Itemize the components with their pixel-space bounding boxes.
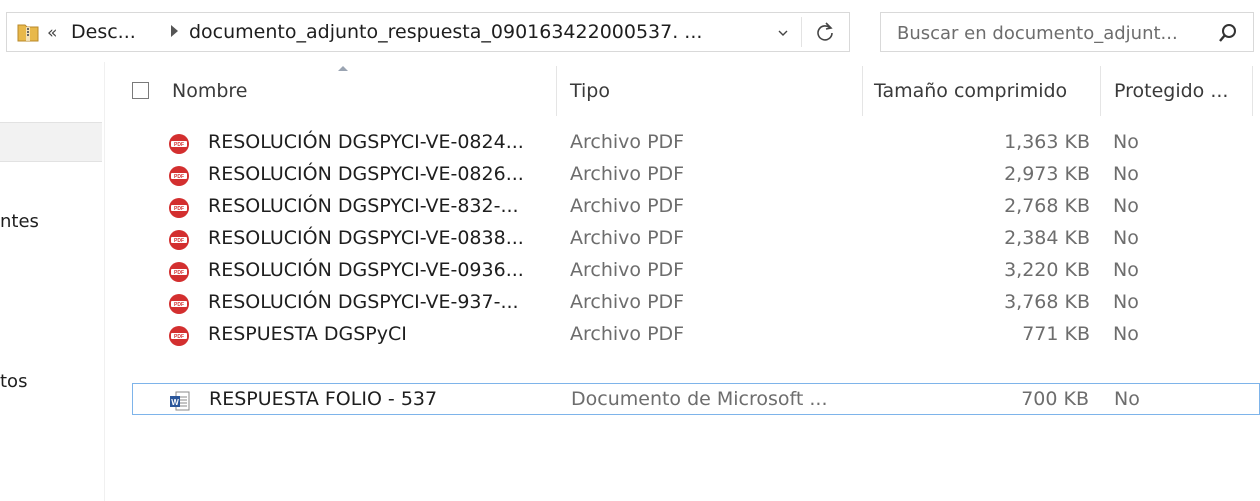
file-name: RESOLUCIÓN DGSPYCI-VE-0824... <box>208 131 524 153</box>
file-type: Archivo PDF <box>570 163 685 185</box>
svg-text:PDF: PDF <box>174 270 184 276</box>
divider <box>801 17 802 47</box>
file-protected: No <box>1113 227 1139 249</box>
file-name: RESPUESTA FOLIO - 537 <box>209 388 438 410</box>
svg-text:PDF: PDF <box>174 238 184 244</box>
column-divider[interactable] <box>1100 66 1101 116</box>
svg-text:W: W <box>171 398 179 407</box>
file-size: 2,384 KB <box>1004 227 1090 249</box>
file-row[interactable]: PDF RESOLUCIÓN DGSPYCI-VE-0826... Archiv… <box>132 159 1260 191</box>
file-protected: No <box>1113 195 1139 217</box>
nav-item-downloads[interactable]: tos <box>0 371 27 392</box>
pdf-icon: PDF <box>169 262 189 282</box>
file-name: RESOLUCIÓN DGSPYCI-VE-832-... <box>208 195 519 217</box>
pdf-icon: PDF <box>169 166 189 186</box>
file-type: Archivo PDF <box>570 291 685 313</box>
file-size: 2,973 KB <box>1004 163 1090 185</box>
column-protected[interactable]: Protegido ... <box>1114 80 1228 102</box>
column-name[interactable]: Nombre <box>172 80 248 102</box>
file-name: RESOLUCIÓN DGSPYCI-VE-937-... <box>208 291 519 313</box>
file-protected: No <box>1113 291 1139 313</box>
zip-folder-icon <box>17 24 39 42</box>
pdf-icon: PDF <box>169 198 189 218</box>
navigation-pane: ntes tos <box>0 62 105 501</box>
overflow-chevron[interactable]: « <box>47 23 57 43</box>
pdf-icon: PDF <box>169 230 189 250</box>
column-compressed-size[interactable]: Tamaño comprimido <box>874 80 1067 102</box>
file-row[interactable]: PDF RESOLUCIÓN DGSPYCI-VE-0936... Archiv… <box>132 255 1260 287</box>
file-protected: No <box>1113 323 1139 345</box>
search-box[interactable] <box>880 12 1254 52</box>
file-type: Archivo PDF <box>570 259 685 281</box>
file-name: RESOLUCIÓN DGSPYCI-VE-0936... <box>208 259 524 281</box>
svg-text:PDF: PDF <box>174 206 184 212</box>
word-doc-icon: W <box>170 391 190 411</box>
file-type: Archivo PDF <box>570 323 685 345</box>
file-protected: No <box>1114 388 1140 410</box>
file-row-selected[interactable]: W RESPUESTA FOLIO - 537 Documento de Mic… <box>132 383 1260 415</box>
address-bar[interactable]: « Desc... documento_adjunto_respuesta_09… <box>6 12 850 52</box>
column-header: Nombre Tipo Tamaño comprimido Protegido … <box>118 66 1260 116</box>
toolbar: « Desc... documento_adjunto_respuesta_09… <box>0 0 1260 62</box>
search-input[interactable] <box>895 19 1209 47</box>
file-type: Archivo PDF <box>570 131 685 153</box>
pdf-icon: PDF <box>169 134 189 154</box>
breadcrumb-current[interactable]: documento_adjunto_respuesta_090163422000… <box>189 21 702 43</box>
file-type: Documento de Microsoft ... <box>571 388 828 410</box>
file-size: 771 KB <box>1022 323 1090 345</box>
file-protected: No <box>1113 131 1139 153</box>
column-type[interactable]: Tipo <box>570 80 610 102</box>
breadcrumb-parent[interactable]: Desc... <box>71 21 136 43</box>
nav-item-selected[interactable] <box>0 122 102 162</box>
column-divider[interactable] <box>1252 66 1253 116</box>
file-name: RESPUESTA DGSPyCI <box>208 323 407 345</box>
file-row[interactable]: PDF RESOLUCIÓN DGSPYCI-VE-0824... Archiv… <box>132 127 1260 159</box>
svg-text:PDF: PDF <box>174 174 184 180</box>
sort-ascending-icon <box>338 66 348 71</box>
file-name: RESOLUCIÓN DGSPYCI-VE-0838... <box>208 227 524 249</box>
select-all-checkbox[interactable] <box>132 82 149 99</box>
svg-text:PDF: PDF <box>174 142 184 148</box>
column-divider[interactable] <box>556 66 557 116</box>
file-type: Archivo PDF <box>570 227 685 249</box>
file-size: 2,768 KB <box>1004 195 1090 217</box>
file-protected: No <box>1113 163 1139 185</box>
file-protected: No <box>1113 259 1139 281</box>
search-icon[interactable] <box>1217 22 1239 44</box>
file-row[interactable]: PDF RESOLUCIÓN DGSPYCI-VE-832-... Archiv… <box>132 191 1260 223</box>
chevron-down-icon[interactable] <box>777 27 789 39</box>
file-size: 1,363 KB <box>1004 131 1090 153</box>
refresh-icon[interactable] <box>813 20 837 44</box>
file-row[interactable]: PDF RESOLUCIÓN DGSPYCI-VE-937-... Archiv… <box>132 287 1260 319</box>
svg-text:PDF: PDF <box>174 302 184 308</box>
file-name: RESOLUCIÓN DGSPYCI-VE-0826... <box>208 163 524 185</box>
file-type: Archivo PDF <box>570 195 685 217</box>
file-size: 3,220 KB <box>1004 259 1090 281</box>
file-size: 700 KB <box>1021 388 1089 410</box>
file-size: 3,768 KB <box>1004 291 1090 313</box>
pdf-icon: PDF <box>169 326 189 346</box>
breadcrumb-separator-icon[interactable] <box>171 25 178 37</box>
nav-item-documents[interactable]: ntes <box>0 211 39 232</box>
pdf-icon: PDF <box>169 294 189 314</box>
column-divider[interactable] <box>862 66 863 116</box>
file-row[interactable]: PDF RESOLUCIÓN DGSPYCI-VE-0838... Archiv… <box>132 223 1260 255</box>
file-row[interactable]: PDF RESPUESTA DGSPyCI Archivo PDF 771 KB… <box>132 319 1260 351</box>
svg-text:PDF: PDF <box>174 334 184 340</box>
